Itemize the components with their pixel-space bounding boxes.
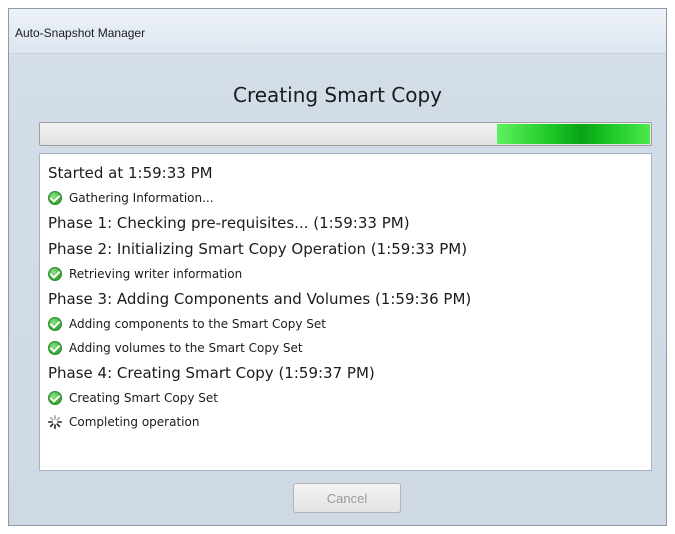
check-icon (48, 341, 62, 355)
log-text: Gathering Information... (69, 191, 214, 205)
check-icon (48, 267, 62, 281)
check-icon (48, 317, 62, 331)
log-text: Phase 4: Creating Smart Copy (1:59:37 PM… (48, 364, 375, 382)
log-step-line: Gathering Information... (48, 186, 651, 210)
log-list: Started at 1:59:33 PM Gathering Informati… (39, 153, 652, 471)
progress-fill (497, 124, 650, 144)
progress-bar (39, 122, 652, 146)
log-step-line: Adding volumes to the Smart Copy Set (48, 336, 651, 360)
log-text: Retrieving writer information (69, 267, 243, 281)
log-text: Phase 2: Initializing Smart Copy Operati… (48, 240, 468, 258)
spinner-icon (48, 415, 62, 429)
log-step-line: Creating Smart Copy Set (48, 386, 651, 410)
log-text: Phase 1: Checking pre-requisites... (1:5… (48, 214, 410, 232)
title-bar[interactable]: Auto-Snapshot Manager (9, 9, 666, 54)
check-icon (48, 391, 62, 405)
log-phase-line: Phase 1: Checking pre-requisites... (1:5… (48, 210, 651, 236)
dialog-window: Auto-Snapshot Manager Creating Smart Cop… (8, 8, 667, 526)
check-icon (48, 191, 62, 205)
log-text: Started at 1:59:33 PM (48, 164, 213, 182)
log-text: Adding components to the Smart Copy Set (69, 317, 326, 331)
cancel-button[interactable]: Cancel (293, 483, 401, 513)
dialog-heading: Creating Smart Copy (232, 83, 443, 107)
log-text: Phase 3: Adding Components and Volumes (… (48, 290, 472, 308)
log-phase-line: Started at 1:59:33 PM (48, 160, 651, 186)
log-phase-line: Phase 2: Initializing Smart Copy Operati… (48, 236, 651, 262)
dialog-content: Creating Smart Copy Started at 1:59:33 P… (19, 53, 656, 517)
log-phase-line: Phase 4: Creating Smart Copy (1:59:37 PM… (48, 360, 651, 386)
log-text: Completing operation (69, 415, 200, 429)
log-step-line: Completing operation (48, 410, 651, 434)
log-phase-line: Phase 3: Adding Components and Volumes (… (48, 286, 651, 312)
log-text: Adding volumes to the Smart Copy Set (69, 341, 303, 355)
log-step-line: Retrieving writer information (48, 262, 651, 286)
log-text: Creating Smart Copy Set (69, 391, 218, 405)
log-step-line: Adding components to the Smart Copy Set (48, 312, 651, 336)
window-title: Auto-Snapshot Manager (15, 26, 146, 40)
